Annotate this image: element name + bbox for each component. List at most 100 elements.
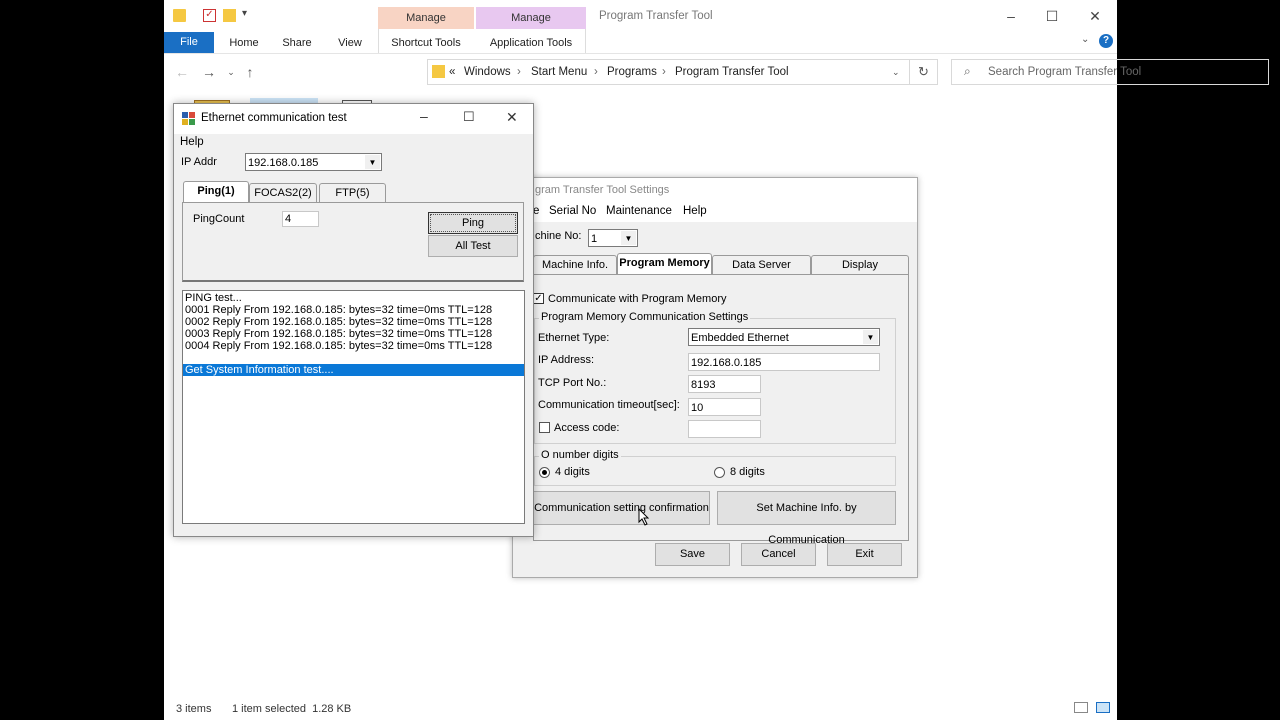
tab-ftp[interactable]: FTP(5) xyxy=(319,183,386,203)
communicate-label: Communicate with Program Memory xyxy=(548,293,727,305)
log-line: 0001 Reply From 192.168.0.185: bytes=32 … xyxy=(185,304,493,316)
machine-no-value: 1 xyxy=(591,233,598,245)
menu-maintenance[interactable]: Maintenance xyxy=(606,205,672,217)
save-button[interactable]: Save xyxy=(655,543,730,566)
back-icon[interactable]: ← xyxy=(173,62,191,82)
recent-locations-icon[interactable]: ⌄ xyxy=(222,62,240,82)
tcp-port-field[interactable]: 8193 xyxy=(688,375,761,393)
log-line: PING test... xyxy=(185,292,242,304)
tab-display[interactable]: Display xyxy=(811,255,909,275)
search-input[interactable]: Search Program Transfer Tool xyxy=(988,66,1141,78)
ethernet-test-dialog: Ethernet communication test – ☐ ✕ Help I… xyxy=(173,103,534,537)
refresh-icon[interactable]: ↻ xyxy=(918,64,929,80)
access-code-label: Access code: xyxy=(554,422,620,434)
address-dropdown-icon[interactable]: ⌄ xyxy=(892,67,900,78)
access-code-field[interactable] xyxy=(688,420,761,438)
chevron-right-icon: › xyxy=(594,66,598,78)
tab-ping[interactable]: Ping(1) xyxy=(183,181,249,203)
app-icon xyxy=(182,112,196,125)
chevron-down-icon: ▼ xyxy=(365,155,380,169)
ping-count-label: PingCount xyxy=(193,213,245,225)
communicate-checkbox[interactable]: ✓ xyxy=(533,293,544,304)
breadcrumb-programs[interactable]: Programs xyxy=(607,66,657,78)
ethernet-type-value: Embedded Ethernet xyxy=(691,332,789,344)
close-icon[interactable]: ✕ xyxy=(1080,6,1110,26)
menu-help[interactable]: Help xyxy=(180,136,204,148)
expand-ribbon-icon[interactable]: ⌄ xyxy=(1081,34,1089,45)
folder-icon xyxy=(432,65,445,78)
maximize-icon[interactable]: ☐ xyxy=(1037,6,1067,26)
manage-shortcut-label[interactable]: Manage xyxy=(378,7,474,29)
log-line: 0003 Reply From 192.168.0.185: bytes=32 … xyxy=(185,328,493,340)
set-machine-info-button[interactable]: Set Machine Info. by Communication xyxy=(717,491,896,546)
ping-button[interactable]: Ping xyxy=(428,212,518,234)
window-title: Program Transfer Tool xyxy=(599,10,713,22)
minimize-icon[interactable]: – xyxy=(996,6,1026,26)
tab-data-server[interactable]: Data Server xyxy=(712,255,811,275)
properties-icon[interactable]: ✓ xyxy=(203,9,216,22)
manage-application-label[interactable]: Manage xyxy=(476,7,586,29)
application-tools-tab[interactable]: Application Tools xyxy=(476,34,586,52)
communication-confirm-button[interactable]: Communication setting confirmation xyxy=(533,491,710,525)
machine-no-select[interactable]: 1 ▼ xyxy=(588,229,638,247)
log-line: 0002 Reply From 192.168.0.185: bytes=32 … xyxy=(185,316,493,328)
file-tab[interactable]: File xyxy=(164,32,214,53)
chevron-down-icon: ▼ xyxy=(863,330,878,344)
selection-info: 1 item selected 1.28 KB xyxy=(232,703,352,715)
breadcrumb-start-menu[interactable]: Start Menu xyxy=(531,66,587,78)
transfer-tool-settings-dialog: gram Transfer Tool Settings e Serial No … xyxy=(512,177,918,578)
details-view-icon[interactable] xyxy=(1074,702,1088,713)
address-bar[interactable]: « Windows › Start Menu › Programs › Prog… xyxy=(427,59,938,85)
ip-address-label: IP Address: xyxy=(538,354,595,366)
ip-address-field[interactable]: 192.168.0.185 xyxy=(688,353,880,371)
log-line-selected: Get System Information test.... xyxy=(183,364,524,376)
view-tab[interactable]: View xyxy=(332,34,368,52)
access-code-checkbox[interactable] xyxy=(539,422,550,433)
all-test-button[interactable]: All Test xyxy=(428,235,518,257)
tab-program-memory[interactable]: Program Memory xyxy=(617,253,712,275)
chevron-down-icon: ▼ xyxy=(621,231,636,245)
ethernet-type-label: Ethernet Type: xyxy=(538,332,610,344)
digits-8-radio[interactable] xyxy=(714,467,725,478)
exit-button[interactable]: Exit xyxy=(827,543,902,566)
menu-serial-no[interactable]: Serial No xyxy=(549,205,596,217)
timeout-field[interactable]: 10 xyxy=(688,398,761,416)
new-folder-icon[interactable] xyxy=(223,9,236,22)
menu-help[interactable]: Help xyxy=(683,205,707,217)
ip-addr-value: 192.168.0.185 xyxy=(248,157,319,169)
ping-button-label: Ping xyxy=(430,214,516,232)
close-icon[interactable]: ✕ xyxy=(506,109,518,126)
eth-title: Ethernet communication test xyxy=(201,112,347,124)
forward-icon[interactable]: → xyxy=(200,62,218,82)
ping-count-field[interactable]: 4 xyxy=(282,211,319,227)
home-tab[interactable]: Home xyxy=(224,34,264,52)
maximize-icon[interactable]: ☐ xyxy=(463,109,475,125)
search-box[interactable]: ⌕ Search Program Transfer Tool xyxy=(951,59,1269,85)
address-divider xyxy=(909,60,910,84)
cancel-button[interactable]: Cancel xyxy=(741,543,816,566)
ip-addr-label: IP Addr xyxy=(181,156,217,168)
minimize-icon[interactable]: – xyxy=(420,108,428,124)
breadcrumb-program-transfer-tool[interactable]: Program Transfer Tool xyxy=(675,66,789,78)
o-number-digits-title: O number digits xyxy=(539,449,621,461)
search-icon: ⌕ xyxy=(964,64,971,78)
customize-toolbar-icon[interactable]: ▾ xyxy=(242,8,247,19)
folder-icon[interactable] xyxy=(173,9,186,22)
up-icon[interactable]: ↑ xyxy=(241,62,259,82)
large-icons-view-icon[interactable] xyxy=(1096,702,1110,713)
breadcrumb-overflow-icon[interactable]: « xyxy=(449,66,455,78)
help-icon[interactable]: ? xyxy=(1099,34,1113,48)
tab-machine-info[interactable]: Machine Info. xyxy=(533,255,617,275)
ip-addr-select[interactable]: 192.168.0.185 ▼ xyxy=(245,153,382,171)
chevron-right-icon: › xyxy=(662,66,666,78)
breadcrumb-windows[interactable]: Windows xyxy=(464,66,511,78)
item-count: 3 items xyxy=(176,703,212,715)
ethernet-type-select[interactable]: Embedded Ethernet ▼ xyxy=(688,328,880,346)
log-output[interactable]: PING test... 0001 Reply From 192.168.0.1… xyxy=(182,290,525,524)
tab-focas2[interactable]: FOCAS2(2) xyxy=(249,183,317,203)
digits-4-radio[interactable] xyxy=(539,467,550,478)
shortcut-tools-tab[interactable]: Shortcut Tools xyxy=(378,34,474,52)
share-tab[interactable]: Share xyxy=(278,34,316,52)
ribbon-divider xyxy=(164,53,1117,54)
